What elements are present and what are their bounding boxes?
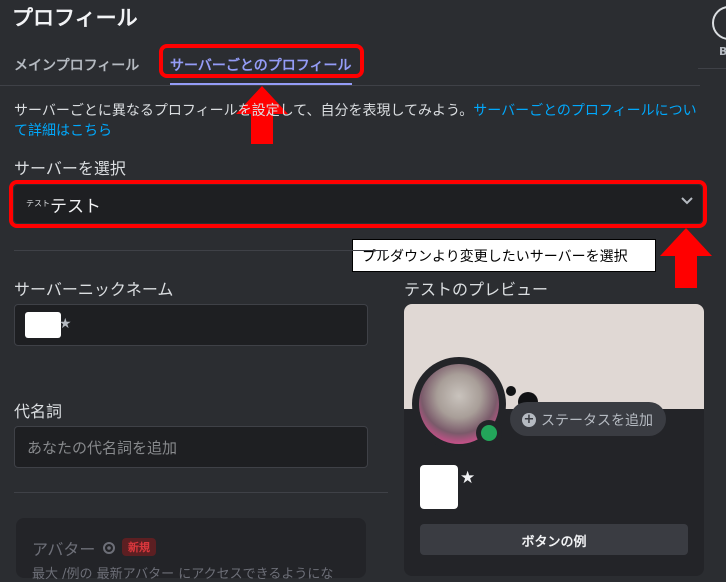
nickname-redacted: [25, 312, 61, 338]
sample-button-label: ボタンの例: [521, 535, 587, 550]
online-status-icon: [481, 425, 497, 441]
profile-circle-icon[interactable]: [712, 6, 726, 40]
avatar-description: 最大 /例の 最新アバター にアクセスできるようにな: [32, 567, 334, 582]
add-status-label: ステータスを追加: [541, 413, 653, 429]
thought-bubble-icon: [506, 386, 516, 396]
highlight-tab-box: [159, 44, 364, 78]
display-name-suffix: ★: [460, 468, 476, 488]
nickname-suffix: ★: [59, 316, 72, 332]
nickname-label: サーバーニックネーム: [14, 280, 174, 299]
nitro-icon: [103, 542, 115, 554]
server-select-label: サーバーを選択: [14, 159, 126, 178]
up-arrow-icon: [660, 228, 712, 288]
page-title: プロフィール: [12, 6, 138, 30]
divider: [14, 492, 388, 493]
pronouns-label: 代名詞: [14, 402, 63, 421]
avatar-label: アバター: [32, 540, 96, 559]
divider: [698, 68, 726, 69]
description: サーバーごとに異なるプロフィールを設定して、自分を表現してみよう。サーバーごとの…: [14, 101, 704, 141]
display-name-redacted: [420, 465, 458, 509]
new-badge: 新規: [122, 538, 156, 556]
pronouns-placeholder: あなたの代名詞を追加: [27, 439, 178, 457]
description-text: サーバーごとに異なるプロフィールを設定して、自分を表現してみよう。: [14, 103, 474, 119]
tab-main-profile[interactable]: メインプロフィール: [14, 55, 139, 75]
preview-title: テストのプレビュー: [404, 280, 549, 299]
tab-divider: [0, 85, 700, 86]
plus-icon: +: [522, 412, 536, 427]
highlight-select-box: [9, 180, 707, 228]
divider: [14, 250, 388, 251]
top-right-label: B: [719, 45, 726, 58]
annotation-callout: プルダウンより変更したいサーバーを選択: [352, 239, 656, 272]
